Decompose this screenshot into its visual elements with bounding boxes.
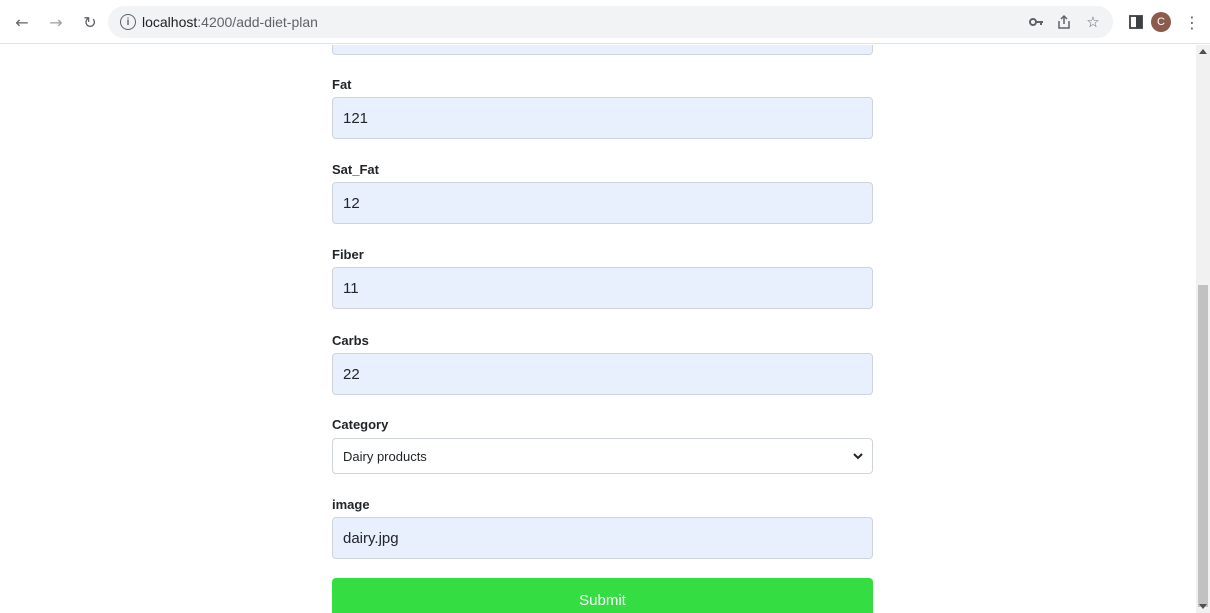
back-arrow-icon[interactable]: ←: [10, 10, 34, 34]
previous-input[interactable]: [332, 45, 873, 55]
submit-button[interactable]: Submit: [332, 578, 873, 613]
scroll-down-icon[interactable]: [1199, 604, 1207, 609]
carbs-label: Carbs: [332, 333, 369, 348]
sidepanel-icon[interactable]: [1124, 10, 1148, 34]
browser-toolbar: ← → ↻ i localhost:4200/add-diet-plan ☆ C…: [0, 0, 1210, 44]
image-label: image: [332, 497, 370, 512]
carbs-input[interactable]: 22: [332, 353, 873, 395]
address-bar[interactable]: i localhost:4200/add-diet-plan ☆: [108, 6, 1113, 38]
share-icon[interactable]: [1054, 12, 1074, 32]
category-selected-value: Dairy products: [343, 448, 427, 464]
avatar[interactable]: C: [1151, 12, 1171, 32]
fat-input[interactable]: 121: [332, 97, 873, 139]
vertical-scrollbar[interactable]: [1196, 45, 1210, 613]
forward-arrow-icon[interactable]: →: [44, 10, 68, 34]
scroll-thumb[interactable]: [1198, 285, 1208, 607]
category-select[interactable]: Dairy products: [332, 438, 873, 474]
url-text[interactable]: localhost:4200/add-diet-plan: [142, 14, 318, 30]
reload-icon[interactable]: ↻: [78, 10, 102, 34]
fiber-label: Fiber: [332, 247, 364, 262]
page-viewport: Fat 121 Sat_Fat 12 Fiber 11 Carbs 22 Cat…: [0, 45, 1196, 613]
kebab-menu-icon[interactable]: ⋮: [1180, 10, 1204, 34]
star-icon[interactable]: ☆: [1083, 12, 1103, 32]
image-input[interactable]: dairy.jpg: [332, 517, 873, 559]
category-label: Category: [332, 417, 389, 432]
sat-fat-input[interactable]: 12: [332, 182, 873, 224]
scroll-up-icon[interactable]: [1199, 49, 1207, 54]
fat-label: Fat: [332, 77, 352, 92]
fiber-input[interactable]: 11: [332, 267, 873, 309]
chevron-down-icon: [853, 453, 863, 460]
info-icon[interactable]: i: [120, 14, 136, 30]
key-icon[interactable]: [1026, 12, 1046, 32]
sat-fat-label: Sat_Fat: [332, 162, 379, 177]
